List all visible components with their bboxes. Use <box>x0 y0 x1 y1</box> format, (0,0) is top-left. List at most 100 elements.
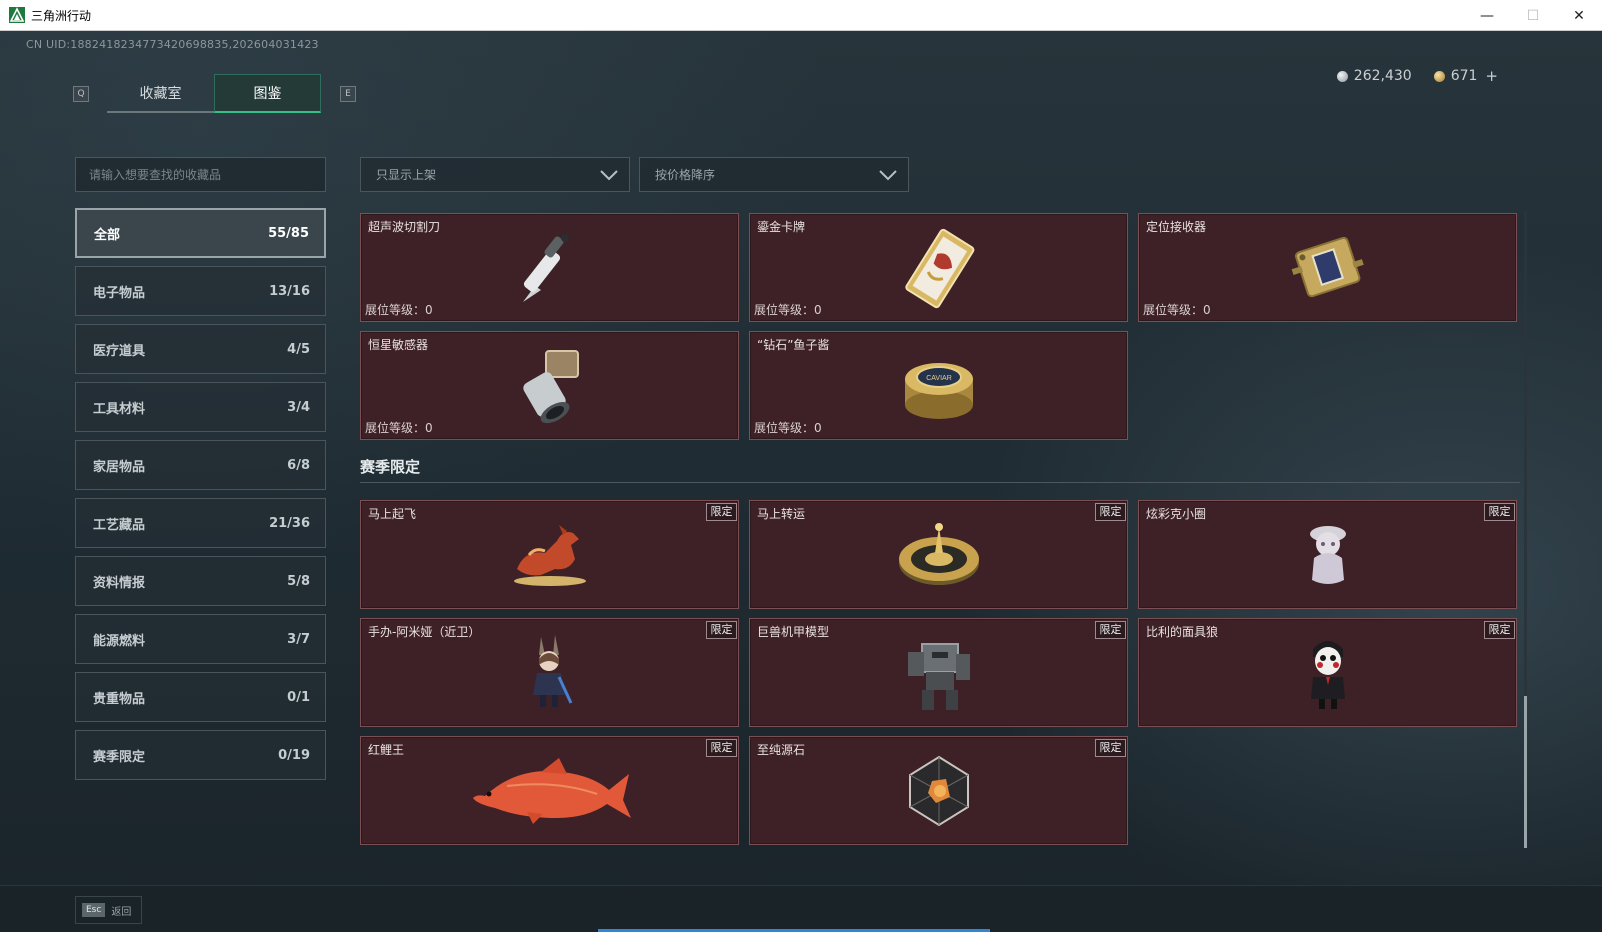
item-name: 红鲤王 <box>368 743 405 757</box>
star-sensor-icon <box>522 349 579 423</box>
level-value: 0 <box>425 421 433 435</box>
category-count: 3/7 <box>287 631 310 647</box>
window-titlebar: 三角洲行动 — ☐ ✕ <box>0 0 1602 31</box>
level-label: 展位等级： <box>754 303 815 317</box>
tab-bar: 收藏室 图鉴 <box>107 74 321 113</box>
add-currency-button[interactable]: + <box>1485 67 1498 85</box>
level-label: 展位等级： <box>365 303 426 317</box>
category-list: 全部 55/85 电子物品 13/16 医疗道具 4/5 工具材料 3/4 家居物品 6/… <box>75 208 326 788</box>
category-label: 医疗道具 <box>93 343 146 359</box>
maximize-button[interactable]: ☐ <box>1510 0 1556 31</box>
collectible-card[interactable]: 比利的面具狼 限定 <box>1138 618 1517 727</box>
chevron-down-icon <box>600 169 618 180</box>
caviar-tin-icon: CAVIAR <box>904 362 973 419</box>
item-level: 展位等级：0 <box>365 301 433 318</box>
item-name: 超声波切割刀 <box>368 220 441 234</box>
gilded-card-icon <box>904 228 974 308</box>
collectible-card[interactable]: 超声波切割刀 展位等级：0 <box>360 213 739 322</box>
item-name: 比利的面具狼 <box>1146 625 1219 639</box>
item-name: 手办-阿米娅（近卫） <box>368 625 481 639</box>
category-count: 55/85 <box>268 225 309 241</box>
collectible-card[interactable]: 马上转运 限定 <box>749 500 1128 609</box>
locator-receiver-icon <box>1291 236 1364 297</box>
shelf-filter-value: 只显示上架 <box>376 168 437 182</box>
category-crafts[interactable]: 工艺藏品 21/36 <box>75 498 326 548</box>
bottom-bar: Esc 返回 <box>0 885 1602 932</box>
season-section-title: 赛季限定 <box>360 458 421 476</box>
collectible-card[interactable]: 马上起飞 限定 <box>360 500 739 609</box>
collectible-card[interactable]: 炫彩克小圈 限定 <box>1138 500 1517 609</box>
category-label: 工艺藏品 <box>93 517 146 533</box>
tab-collection-room[interactable]: 收藏室 <box>107 74 214 113</box>
category-count: 0/19 <box>278 747 310 763</box>
category-label: 工具材料 <box>93 401 146 417</box>
next-tab-key[interactable]: E <box>340 86 356 102</box>
sort-value: 按价格降序 <box>655 168 716 182</box>
level-label: 展位等级： <box>754 421 815 435</box>
gold-amount: 671 <box>1450 68 1478 84</box>
esc-key-hint: Esc <box>82 903 106 917</box>
collectible-card[interactable]: 巨兽机甲模型 限定 <box>749 618 1128 727</box>
back-button[interactable]: Esc 返回 <box>75 896 142 924</box>
sort-dropdown[interactable]: 按价格降序 <box>639 157 909 192</box>
tab-catalog[interactable]: 图鉴 <box>214 74 321 113</box>
item-name: 巨兽机甲模型 <box>757 625 830 639</box>
category-all[interactable]: 全部 55/85 <box>75 208 326 258</box>
figurine-icon <box>1309 525 1346 584</box>
collectible-card[interactable]: 至纯源石 限定 <box>749 736 1128 845</box>
collectible-card[interactable]: 恒星敏感器 展位等级：0 <box>360 331 739 440</box>
category-season[interactable]: 赛季限定 0/19 <box>75 730 326 780</box>
item-name: 马上转运 <box>757 507 806 521</box>
prev-tab-key[interactable]: Q <box>73 86 89 102</box>
category-energy[interactable]: 能源燃料 3/7 <box>75 614 326 664</box>
close-button[interactable]: ✕ <box>1556 0 1602 31</box>
collectible-card[interactable]: “钻石”鱼子酱 CAVIAR 展位等级：0 <box>749 331 1128 440</box>
category-count: 6/8 <box>287 457 310 473</box>
limited-badge: 限定 <box>1484 503 1515 521</box>
limited-badge: 限定 <box>706 621 737 639</box>
item-level: 展位等级：0 <box>754 419 822 436</box>
horse-figure-icon <box>513 524 586 586</box>
limited-badge: 限定 <box>1484 621 1515 639</box>
collectible-card[interactable]: 定位接收器 展位等级：0 <box>1138 213 1517 322</box>
scrollbar[interactable] <box>1524 211 1527 848</box>
item-name: 至纯源石 <box>757 743 806 757</box>
category-label: 资料情报 <box>93 575 146 591</box>
category-household[interactable]: 家居物品 6/8 <box>75 440 326 490</box>
category-medical[interactable]: 医疗道具 4/5 <box>75 324 326 374</box>
level-value: 0 <box>814 421 822 435</box>
uid-text: CN UID:1882418234773420698835,2026040314… <box>26 38 319 51</box>
limited-badge: 限定 <box>706 503 737 521</box>
caviar-label: CAVIAR <box>926 375 952 382</box>
level-label: 展位等级： <box>365 421 426 435</box>
category-tools[interactable]: 工具材料 3/4 <box>75 382 326 432</box>
currency-bar: 262,430 671 + <box>1336 67 1498 85</box>
category-label: 能源燃料 <box>93 633 146 649</box>
fortune-wheel-icon <box>898 522 979 585</box>
scrollbar-thumb[interactable] <box>1524 696 1527 848</box>
limited-badge: 限定 <box>706 739 737 757</box>
category-count: 0/1 <box>287 689 310 705</box>
limited-badge: 限定 <box>1095 503 1126 521</box>
category-intel[interactable]: 资料情报 5/8 <box>75 556 326 606</box>
section-divider <box>360 482 1520 483</box>
search-input[interactable]: 请输入想要查找的收藏品 <box>75 157 326 192</box>
minimize-button[interactable]: — <box>1464 0 1510 31</box>
item-name: “钻石”鱼子酱 <box>757 338 830 352</box>
chevron-down-icon <box>879 169 897 180</box>
level-value: 0 <box>814 303 822 317</box>
collectible-card[interactable]: 手办-阿米娅（近卫） 限定 <box>360 618 739 727</box>
ultrasonic-knife-icon <box>522 233 569 302</box>
level-value: 0 <box>1203 303 1211 317</box>
silver-currency: 262,430 <box>1336 67 1412 85</box>
shelf-filter-dropdown[interactable]: 只显示上架 <box>360 157 630 192</box>
game-area: CN UID:1882418234773420698835,2026040314… <box>0 31 1602 932</box>
gold-currency: 671 + <box>1433 67 1498 85</box>
level-value: 0 <box>425 303 433 317</box>
item-level: 展位等级：0 <box>365 419 433 436</box>
category-electronics[interactable]: 电子物品 13/16 <box>75 266 326 316</box>
category-valuables[interactable]: 贵重物品 0/1 <box>75 672 326 722</box>
category-label: 全部 <box>94 227 121 243</box>
collectible-card[interactable]: 鎏金卡牌 展位等级：0 <box>749 213 1128 322</box>
collectible-card[interactable]: 红鲤王 限定 <box>360 736 739 845</box>
